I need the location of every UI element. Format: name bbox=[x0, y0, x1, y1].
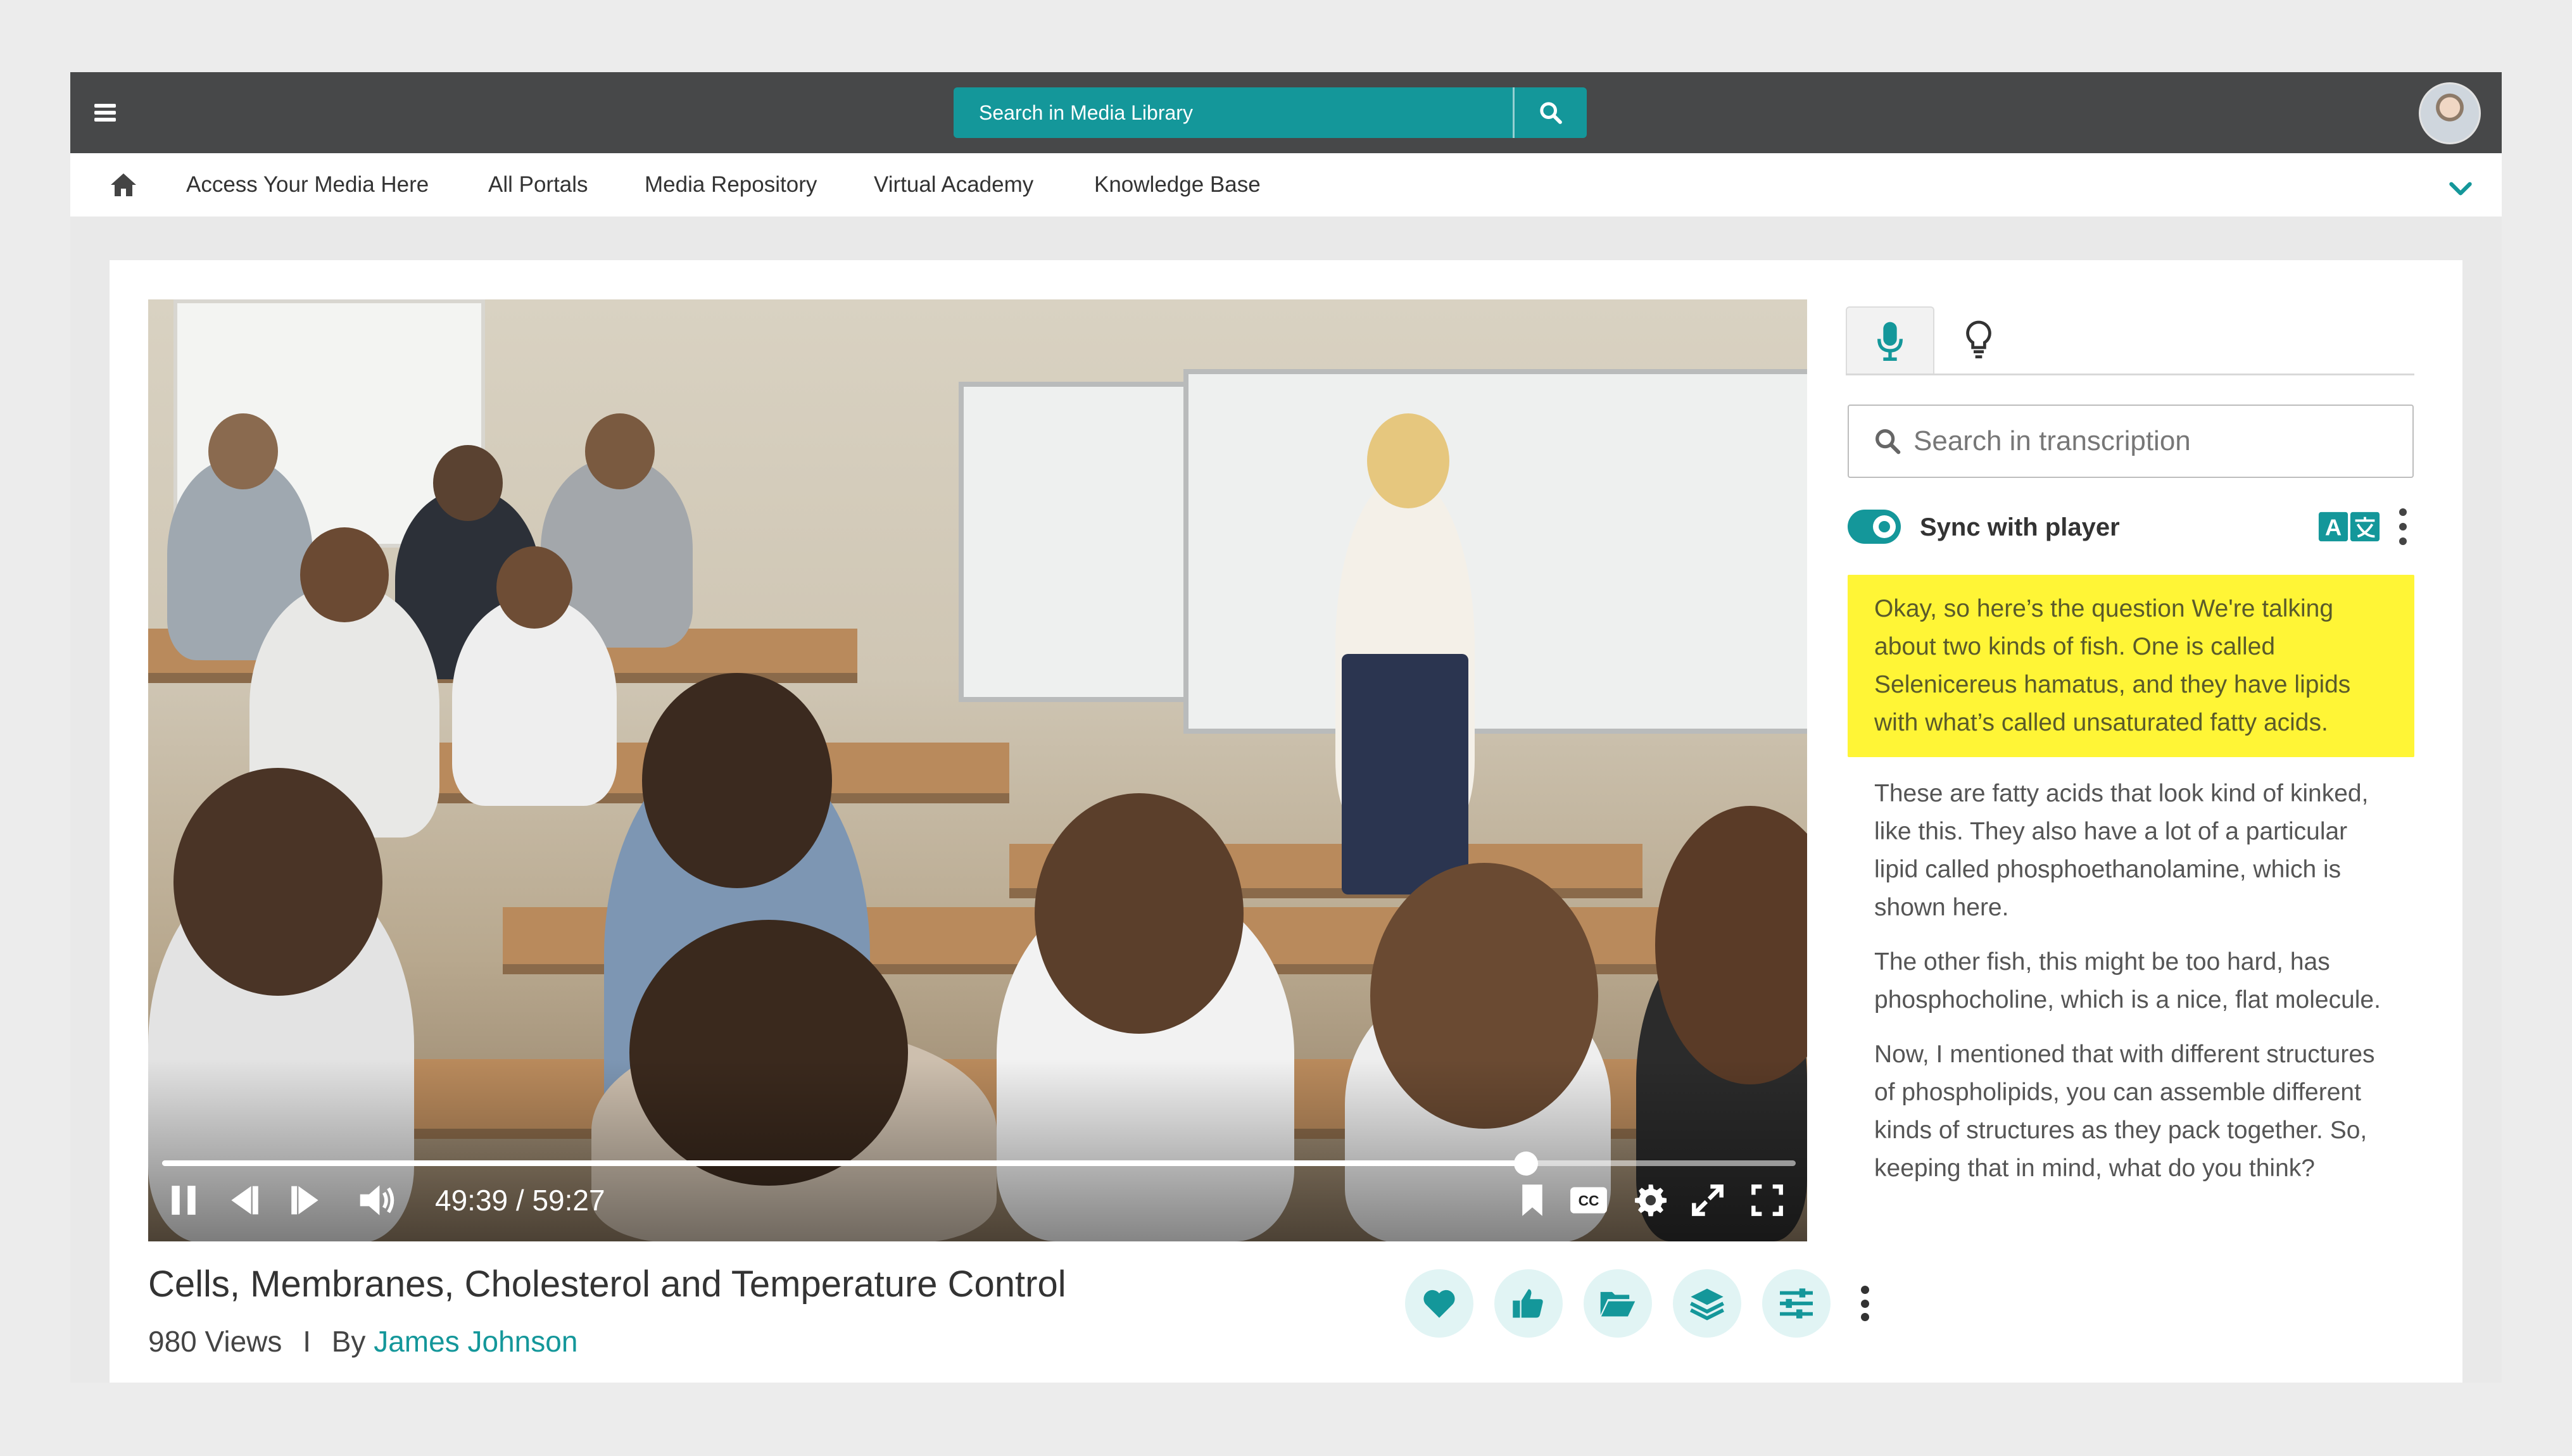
heart-icon bbox=[1423, 1290, 1455, 1318]
svg-text:CC: CC bbox=[1579, 1192, 1599, 1208]
seek-bar[interactable] bbox=[162, 1152, 1796, 1176]
view-count: 980 Views bbox=[148, 1325, 282, 1358]
translate-icon[interactable]: A bbox=[2317, 511, 2381, 543]
transcript-more-button[interactable] bbox=[2397, 508, 2409, 545]
fullscreen-button[interactable] bbox=[1748, 1181, 1786, 1219]
fullscreen-icon bbox=[1751, 1184, 1783, 1216]
like-button[interactable] bbox=[1494, 1269, 1563, 1338]
bookmark-button[interactable] bbox=[1516, 1181, 1549, 1219]
media-meta: 980 Views I By James Johnson bbox=[148, 1324, 577, 1359]
tab-divider bbox=[1846, 373, 2414, 375]
chevron-down-icon[interactable] bbox=[2445, 172, 2476, 204]
media-library-search-input[interactable]: Search in Media Library bbox=[954, 87, 1515, 138]
home-icon[interactable] bbox=[108, 170, 139, 200]
bookmark-icon bbox=[1522, 1184, 1542, 1216]
transcript-search-input[interactable]: Search in transcription bbox=[1913, 425, 2191, 457]
time-display: 49:39 / 59:27 bbox=[435, 1184, 605, 1217]
pause-button[interactable] bbox=[166, 1181, 201, 1219]
transcript-paragraph-current[interactable]: Okay, so here’s the question We're talki… bbox=[1848, 575, 2414, 757]
search-icon bbox=[1540, 102, 1562, 124]
svg-text:A: A bbox=[2325, 514, 2342, 540]
top-bar: Search in Media Library bbox=[70, 72, 2502, 153]
skip-forward-button[interactable] bbox=[289, 1181, 328, 1219]
expand-button[interactable] bbox=[1689, 1181, 1727, 1219]
expand-arrows-icon bbox=[1692, 1184, 1724, 1216]
hamburger-icon[interactable] bbox=[94, 100, 116, 125]
tab-transcription[interactable] bbox=[1846, 306, 1934, 373]
nav-item-access-your-media[interactable]: Access Your Media Here bbox=[186, 153, 429, 217]
media-library-search-button[interactable] bbox=[1515, 87, 1587, 138]
layers-icon bbox=[1690, 1288, 1724, 1321]
nav-item-media-repository[interactable]: Media Repository bbox=[645, 153, 817, 217]
media-title: Cells, Membranes, Cholesterol and Temper… bbox=[148, 1264, 1066, 1305]
microphone-icon bbox=[1877, 322, 1903, 361]
add-to-folder-button[interactable] bbox=[1584, 1269, 1652, 1338]
transcript-search[interactable]: Search in transcription bbox=[1848, 405, 2414, 478]
skip-back-button[interactable] bbox=[222, 1181, 261, 1219]
favorite-button[interactable] bbox=[1405, 1269, 1473, 1338]
nav-item-all-portals[interactable]: All Portals bbox=[488, 153, 588, 217]
adjust-settings-button[interactable] bbox=[1762, 1269, 1831, 1338]
transcript-list: Okay, so here’s the question We're talki… bbox=[1848, 575, 2414, 1204]
transcript-paragraph[interactable]: These are fatty acids that look kind of … bbox=[1848, 775, 2414, 927]
volume-icon bbox=[360, 1185, 394, 1215]
meta-separator: I bbox=[303, 1325, 311, 1358]
device-frame: Search in Media Library Access Your Medi… bbox=[0, 0, 2572, 1456]
skip-back-icon bbox=[231, 1186, 258, 1215]
nav-item-knowledge-base[interactable]: Knowledge Base bbox=[1094, 153, 1261, 217]
playlists-button[interactable] bbox=[1673, 1269, 1741, 1338]
sync-label: Sync with player bbox=[1920, 513, 2120, 541]
thumbs-up-icon bbox=[1513, 1289, 1543, 1318]
sliders-icon bbox=[1780, 1288, 1813, 1319]
seek-bar-played bbox=[162, 1160, 1527, 1166]
closed-captions-icon: CC bbox=[1570, 1187, 1607, 1214]
nav-item-virtual-academy[interactable]: Virtual Academy bbox=[874, 153, 1033, 217]
gear-icon bbox=[1635, 1184, 1667, 1217]
skip-forward-icon bbox=[291, 1186, 318, 1215]
more-options-button[interactable] bbox=[1858, 1286, 1871, 1321]
video-player[interactable]: 49:39 / 59:27 CC bbox=[148, 299, 1807, 1241]
sync-toggle[interactable] bbox=[1848, 510, 1901, 544]
folder-open-icon bbox=[1600, 1291, 1636, 1317]
app-screen: Search in Media Library Access Your Medi… bbox=[70, 72, 2502, 1383]
pause-icon bbox=[172, 1186, 196, 1215]
author-link[interactable]: James Johnson bbox=[374, 1325, 577, 1358]
media-library-search[interactable]: Search in Media Library bbox=[954, 87, 1587, 138]
transcript-paragraph[interactable]: The other fish, this might be too hard, … bbox=[1848, 943, 2414, 1019]
settings-button[interactable] bbox=[1632, 1181, 1670, 1219]
search-icon bbox=[1875, 429, 1901, 455]
nav-bar: Access Your Media Here All Portals Media… bbox=[70, 153, 2502, 217]
tab-insights[interactable] bbox=[1934, 306, 2023, 373]
lightbulb-icon bbox=[1966, 320, 1991, 359]
user-avatar[interactable] bbox=[2419, 82, 2481, 144]
transcript-paragraph[interactable]: Now, I mentioned that with different str… bbox=[1848, 1036, 2414, 1188]
volume-button[interactable] bbox=[356, 1181, 400, 1219]
captions-button[interactable]: CC bbox=[1567, 1181, 1611, 1219]
by-label: By bbox=[331, 1325, 366, 1358]
media-card: 49:39 / 59:27 CC Cells, Membranes, Chole… bbox=[110, 260, 2462, 1383]
